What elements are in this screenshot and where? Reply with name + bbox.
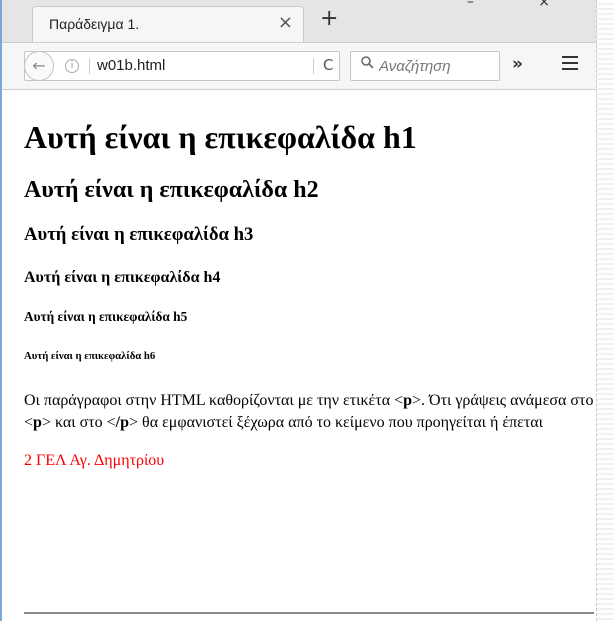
paragraph-text-3: > και στο < [41,414,116,431]
tag-close-p: /p [115,414,129,431]
heading-h5: Αυτή είναι η επικεφαλίδα h5 [24,309,188,324]
back-arrow-icon[interactable]: ← [24,51,54,81]
tab-bar: Παράδειγμα 1. × + – × [2,0,600,43]
url-divider [89,58,90,74]
search-bar[interactable] [350,51,500,81]
overflow-chevron-icon[interactable]: » [512,54,523,74]
magnifier-icon [361,56,374,69]
heading-h3: Αυτή είναι η επικεφαλίδα h3 [24,224,254,245]
new-tab-button[interactable]: + [320,6,338,31]
horizontal-rule [24,612,594,614]
info-icon[interactable]: i [65,59,79,73]
reload-divider [313,58,314,74]
window-controls[interactable]: – × [467,0,580,10]
tag-p-2: p [33,414,42,431]
hamburger-menu-icon[interactable] [562,56,578,70]
tab-title: Παράδειγμα 1. [49,16,140,32]
heading-h1: Αυτή είναι η επικεφαλίδα h1 [24,119,417,155]
torn-edge [596,0,614,621]
heading-h4: Αυτή είναι η επικεφαλίδα h4 [24,269,221,286]
tab-active[interactable]: Παράδειγμα 1. × [32,6,304,42]
heading-h6: Αυτή είναι η επικεφαλίδα h6 [24,350,156,362]
url-text[interactable]: w01b.html [97,57,165,74]
reload-icon[interactable]: C [323,56,333,74]
heading-h2: Αυτή είναι η επικεφαλίδα h2 [24,177,319,203]
menu-bar-line [562,62,578,64]
menu-bar-line [562,68,578,70]
paragraph-text-1: Οι παράγραφοι στην HTML καθορίζονται με … [24,392,404,409]
close-icon[interactable]: × [278,12,293,33]
url-bar[interactable]: ← i w01b.html C [24,51,340,81]
page-content: Αυτή είναι η επικεφαλίδα h1 Αυτή είναι η… [24,90,596,471]
school-name: 2 ΓΕΛ Αγ. Δημητρίου [24,452,165,469]
search-input[interactable] [379,55,497,77]
tag-p: p [403,392,412,409]
search-icon [361,56,374,73]
nav-bar: ← i w01b.html C » [2,43,600,90]
paragraph-text-4: > θα εμφανιστεί ξέχωρα από το κείμενο πο… [129,414,543,431]
browser-window: Παράδειγμα 1. × + – × ← i w01b.html C » [0,0,600,621]
menu-bar-line [562,56,578,58]
paragraph: Οι παράγραφοι στην HTML καθορίζονται με … [24,390,596,434]
